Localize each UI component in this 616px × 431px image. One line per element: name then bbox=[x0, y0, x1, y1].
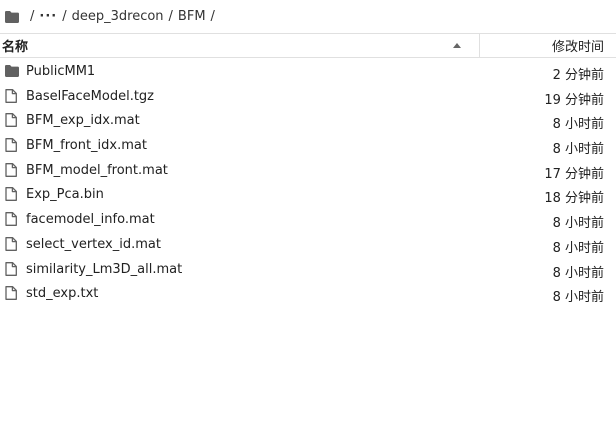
folder-icon[interactable] bbox=[5, 10, 19, 23]
sort-ascending-icon bbox=[453, 43, 461, 48]
file-row[interactable]: facemodel_info.mat 8 小时前 bbox=[0, 207, 616, 232]
file-name[interactable]: select_vertex_id.mat bbox=[26, 237, 161, 252]
file-row[interactable]: std_exp.txt 8 小时前 bbox=[0, 281, 616, 306]
file-icon bbox=[5, 88, 19, 103]
breadcrumb-separator: / bbox=[168, 9, 173, 24]
file-row[interactable]: PublicMM1 2 分钟前 bbox=[0, 59, 616, 84]
name-column-header[interactable]: 名称 bbox=[0, 34, 480, 57]
file-list-header: 名称 修改时间 bbox=[0, 33, 616, 58]
file-name[interactable]: std_exp.txt bbox=[26, 286, 98, 301]
file-modified-time: 8 小时前 bbox=[552, 142, 604, 158]
file-modified-time: 17 分钟前 bbox=[544, 166, 604, 182]
modified-column-header[interactable]: 修改时间 bbox=[480, 34, 616, 57]
breadcrumb-item-bfm[interactable]: BFM bbox=[178, 9, 206, 24]
file-modified-time: 19 分钟前 bbox=[544, 92, 604, 108]
file-row[interactable]: similarity_Lm3D_all.mat 8 小时前 bbox=[0, 257, 616, 282]
breadcrumb-item-deep-3drecon[interactable]: deep_3drecon bbox=[72, 9, 164, 24]
file-modified-time: 18 分钟前 bbox=[544, 191, 604, 207]
file-row[interactable]: BaselFaceModel.tgz 19 分钟前 bbox=[0, 84, 616, 109]
file-name[interactable]: Exp_Pca.bin bbox=[26, 187, 104, 202]
file-row[interactable]: Exp_Pca.bin 18 分钟前 bbox=[0, 182, 616, 207]
file-list: PublicMM1 2 分钟前 BaselFaceModel.tgz 19 分钟前 BF… bbox=[0, 59, 616, 306]
file-row[interactable]: BFM_front_idx.mat 8 小时前 bbox=[0, 133, 616, 158]
file-name[interactable]: BFM_exp_idx.mat bbox=[26, 113, 140, 128]
file-name[interactable]: BFM_front_idx.mat bbox=[26, 138, 147, 153]
file-modified-time: 8 小时前 bbox=[552, 117, 604, 133]
breadcrumb-separator: / bbox=[62, 9, 67, 24]
file-modified-time: 8 小时前 bbox=[552, 290, 604, 306]
file-modified-time: 8 小时前 bbox=[552, 240, 604, 256]
file-icon bbox=[5, 236, 19, 251]
file-icon bbox=[5, 162, 19, 177]
file-name[interactable]: BFM_model_front.mat bbox=[26, 163, 168, 178]
file-name[interactable]: PublicMM1 bbox=[26, 64, 95, 79]
file-icon bbox=[5, 261, 19, 276]
file-row[interactable]: BFM_exp_idx.mat 8 小时前 bbox=[0, 108, 616, 133]
file-row[interactable]: select_vertex_id.mat 8 小时前 bbox=[0, 232, 616, 257]
file-modified-time: 8 小时前 bbox=[552, 216, 604, 232]
breadcrumb: / ··· / deep_3drecon / BFM / bbox=[0, 0, 616, 33]
breadcrumb-ellipsis[interactable]: ··· bbox=[39, 9, 57, 24]
modified-column-label: 修改时间 bbox=[551, 40, 604, 55]
file-icon bbox=[5, 187, 19, 202]
file-modified-time: 2 分钟前 bbox=[552, 68, 604, 83]
file-name[interactable]: similarity_Lm3D_all.mat bbox=[26, 262, 182, 277]
name-column-label: 名称 bbox=[2, 40, 29, 55]
breadcrumb-separator: / bbox=[210, 9, 215, 24]
breadcrumb-separator: / bbox=[30, 9, 35, 24]
file-icon bbox=[5, 138, 19, 153]
file-icon bbox=[5, 212, 19, 227]
file-icon bbox=[5, 113, 19, 128]
file-icon bbox=[5, 286, 19, 301]
file-name[interactable]: facemodel_info.mat bbox=[26, 212, 155, 227]
file-row[interactable]: BFM_model_front.mat 17 分钟前 bbox=[0, 158, 616, 183]
file-modified-time: 8 小时前 bbox=[552, 265, 604, 281]
file-name[interactable]: BaselFaceModel.tgz bbox=[26, 89, 154, 104]
folder-icon bbox=[5, 64, 19, 78]
